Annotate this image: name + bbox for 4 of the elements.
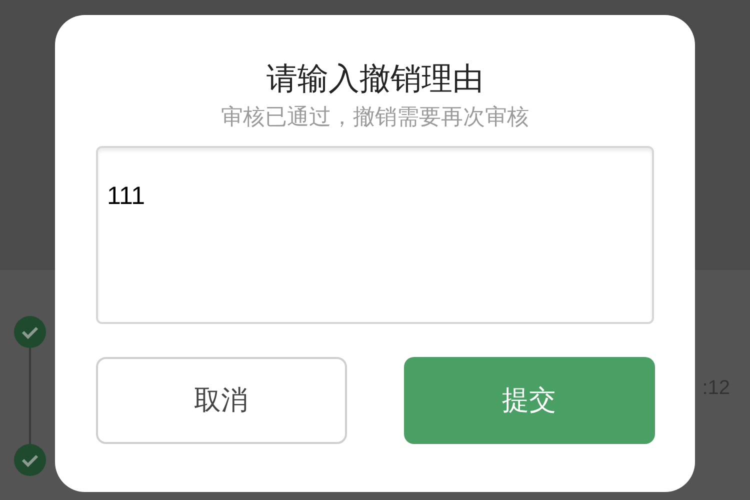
dialog-subtitle: 审核已通过，撤销需要再次审核 bbox=[221, 103, 529, 131]
dialog-title: 请输入撤销理由 bbox=[266, 60, 484, 98]
cancel-button[interactable]: 取消 bbox=[96, 357, 346, 444]
reason-field[interactable]: 111 bbox=[96, 146, 654, 324]
